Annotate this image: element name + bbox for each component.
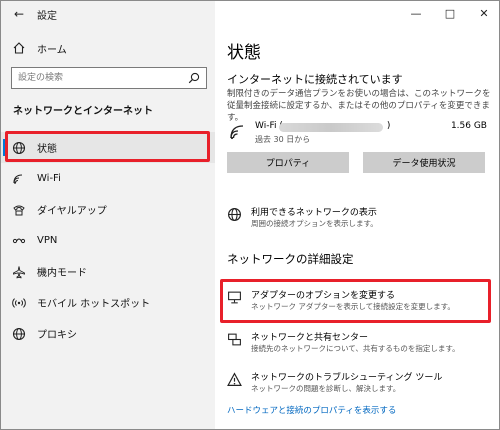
- network-info: Wi-Fi () 過去 30 日から 1.56 GB: [227, 119, 497, 145]
- dialup-icon: [1, 203, 37, 217]
- globe-icon: [1, 327, 37, 341]
- sidebar-item-status[interactable]: 状態: [1, 132, 215, 163]
- sidebar: ← 設定 ホーム ネットワークとインターネット 状態: [1, 1, 215, 429]
- home-icon: [1, 41, 37, 55]
- sidebar-item-wifi[interactable]: Wi-Fi: [1, 163, 215, 194]
- sharing-center-icon: [227, 332, 242, 351]
- search-box[interactable]: [11, 67, 207, 89]
- minimize-icon: —: [410, 6, 422, 20]
- sidebar-item-vpn[interactable]: VPN: [1, 225, 215, 256]
- globe-icon: [227, 207, 242, 226]
- usage-period: 過去 30 日から: [255, 135, 311, 144]
- blurred-ssid: [279, 123, 383, 132]
- connection-status: インターネットに接続されています: [227, 73, 403, 86]
- title-bar: ← 設定: [1, 1, 57, 27]
- warning-icon: [227, 372, 242, 391]
- advanced-settings-heading: ネットワークの詳細設定: [227, 252, 354, 266]
- main-content: — □ ✕ 状態 インターネットに接続されています 制限付きのデータ通信プランを…: [215, 1, 499, 429]
- window-controls: — □ ✕: [399, 1, 499, 25]
- link-title: ネットワークと共有センター: [251, 333, 369, 343]
- sidebar-item-proxy[interactable]: プロキシ: [1, 318, 215, 349]
- back-arrow-icon: ←: [13, 7, 25, 21]
- vpn-icon: [1, 234, 37, 248]
- hotspot-icon: [1, 296, 37, 310]
- airplane-icon: [1, 265, 37, 279]
- sidebar-item-label: モバイル ホットスポット: [37, 299, 151, 310]
- link-title: アダプターのオプションを変更する: [251, 291, 396, 301]
- back-button[interactable]: ←: [1, 1, 37, 27]
- properties-button[interactable]: プロパティ: [227, 152, 349, 173]
- app-title: 設定: [37, 10, 57, 22]
- sidebar-item-label: 機内モード: [37, 268, 87, 279]
- sidebar-item-hotspot[interactable]: モバイル ホットスポット: [1, 287, 215, 318]
- link-description: 周囲の接続オプションを表示します。: [251, 219, 378, 228]
- data-usage-amount: 1.56 GB: [450, 121, 487, 131]
- search-icon[interactable]: [182, 72, 206, 84]
- search-input[interactable]: [12, 68, 182, 88]
- sidebar-item-label: Wi-Fi: [37, 173, 61, 184]
- link-title: ネットワークのトラブルシューティング ツール: [251, 373, 443, 383]
- settings-window: ← 設定 ホーム ネットワークとインターネット 状態: [0, 0, 500, 430]
- sidebar-item-label: VPN: [37, 235, 58, 246]
- page-title: 状態: [227, 43, 261, 63]
- hardware-properties-link[interactable]: ハードウェアと接続のプロパティを表示する: [227, 404, 396, 416]
- globe-icon: [1, 141, 37, 155]
- home-nav[interactable]: ホーム: [1, 35, 215, 61]
- network-name-suffix: ): [386, 121, 391, 131]
- section-heading: ネットワークとインターネット: [13, 106, 153, 117]
- data-usage-button[interactable]: データ使用状況: [363, 152, 485, 173]
- minimize-button[interactable]: —: [399, 1, 433, 25]
- sidebar-item-dialup[interactable]: ダイヤルアップ: [1, 194, 215, 225]
- sidebar-item-airplane[interactable]: 機内モード: [1, 256, 215, 287]
- wifi-icon: [1, 172, 37, 186]
- link-description: ネットワークの問題を診断し、解決します。: [251, 384, 401, 393]
- maximize-button[interactable]: □: [433, 1, 467, 25]
- wifi-signal-icon: [229, 123, 247, 145]
- nav-list: 状態 Wi-Fi ダイヤルアップ VPN 機内モード モバイル ホットスポット …: [1, 132, 215, 349]
- link-description: ネットワーク アダプターを表示して接続設定を変更します。: [251, 302, 455, 311]
- close-button[interactable]: ✕: [467, 1, 499, 25]
- sidebar-item-label: プロキシ: [37, 330, 77, 341]
- link-title: 利用できるネットワークの表示: [251, 208, 377, 218]
- sidebar-item-label: ダイヤルアップ: [37, 206, 107, 217]
- home-label: ホーム: [37, 44, 67, 56]
- close-icon: ✕: [479, 6, 489, 20]
- maximize-icon: □: [444, 6, 456, 20]
- sidebar-item-label: 状態: [37, 144, 57, 155]
- link-description: 接続先のネットワークについて、共有するものを指定します。: [251, 344, 460, 353]
- adapter-icon: [227, 290, 242, 309]
